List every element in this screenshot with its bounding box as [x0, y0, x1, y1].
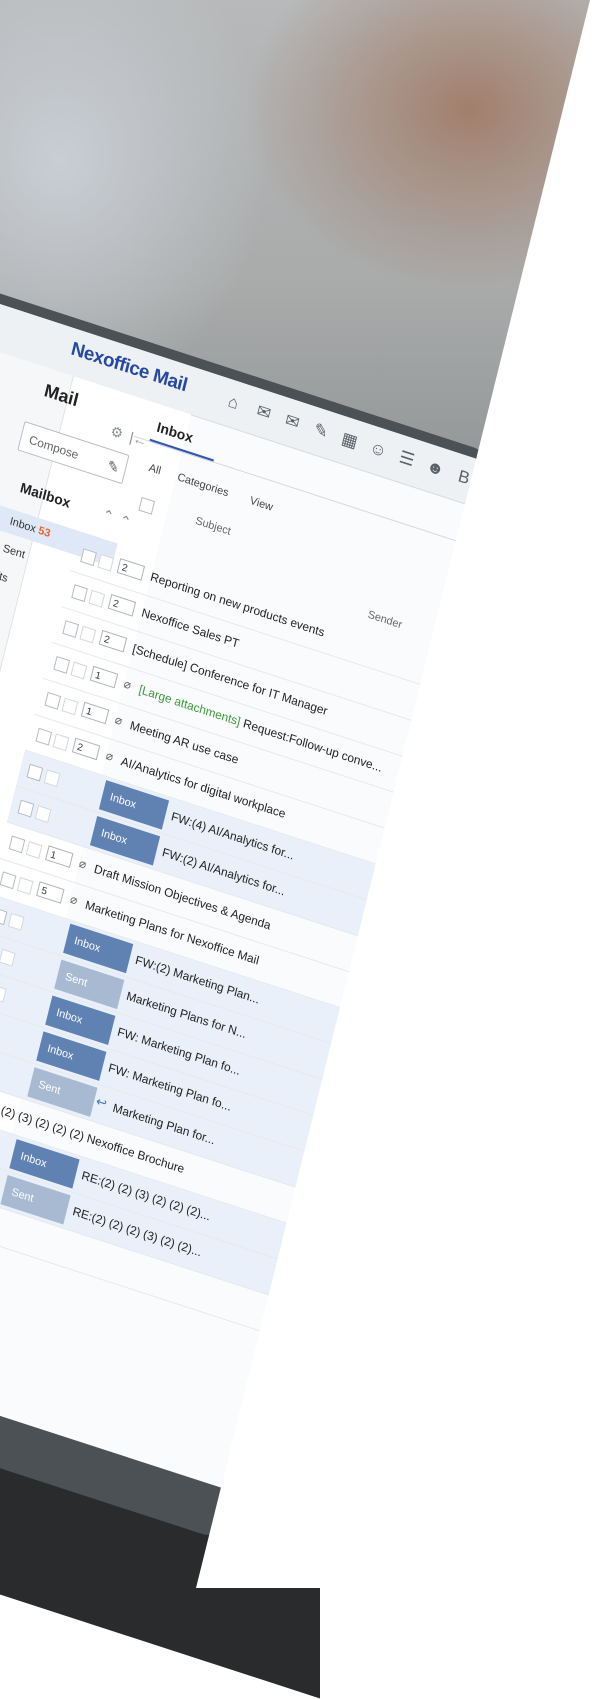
white-panel-shape — [196, 0, 609, 1588]
white-panel — [196, 0, 609, 1588]
